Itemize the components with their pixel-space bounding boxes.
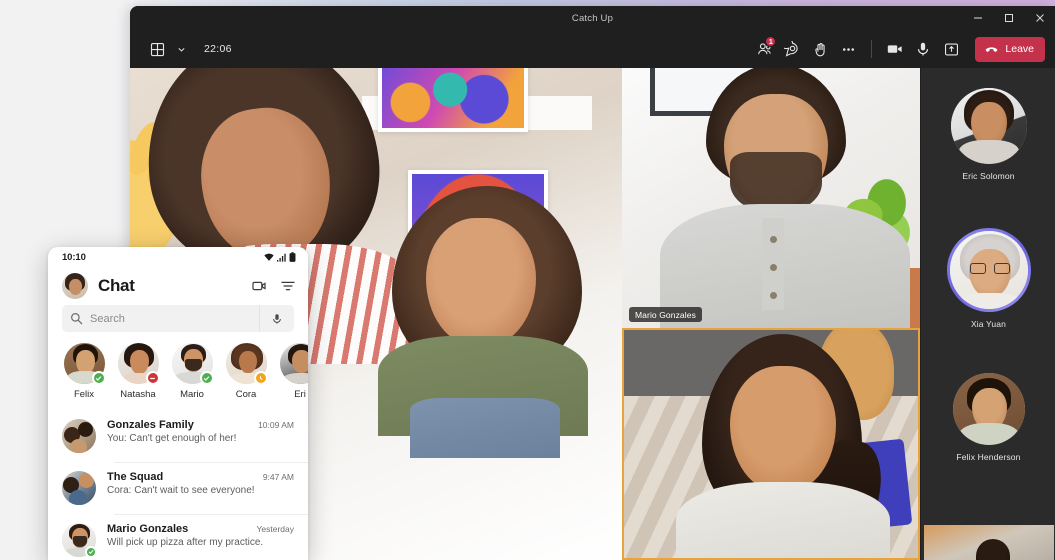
- voice-search-microphone-icon[interactable]: [260, 313, 294, 325]
- window-controls: [962, 6, 1055, 30]
- profile-avatar[interactable]: [62, 273, 88, 299]
- leave-button[interactable]: Leave: [975, 36, 1045, 62]
- avatar: [62, 471, 96, 505]
- search-icon: [62, 312, 90, 325]
- contact-name: Natasha: [120, 389, 156, 400]
- wifi-icon: [264, 253, 274, 262]
- avatar: [62, 419, 96, 453]
- mobile-search-row: Search: [48, 305, 308, 332]
- grid-layout-icon[interactable]: [144, 36, 170, 62]
- contact-mario[interactable]: Mario: [170, 343, 214, 400]
- presence-badge-away: [253, 371, 268, 385]
- participant-rail: Eric Solomon Xia Yuan Felix Henderson: [920, 68, 1055, 560]
- mobile-chat-panel: 10:10 Chat Search Felix Natasha Mario Co…: [48, 247, 308, 560]
- avatar: [952, 373, 1025, 445]
- microphone-icon[interactable]: [910, 36, 936, 62]
- glasses-icon: [969, 263, 1010, 274]
- rail-participant-xia[interactable]: Xia Yuan: [921, 228, 1055, 329]
- contact-felix[interactable]: Felix: [62, 343, 106, 400]
- rail-participant-name: Felix Henderson: [956, 452, 1021, 462]
- battery-icon: [289, 252, 296, 262]
- rail-participant-name: Eric Solomon: [962, 171, 1015, 181]
- meeting-elapsed-time: 22:06: [204, 43, 232, 55]
- rail-overflow-tile[interactable]: [924, 525, 1054, 560]
- leave-button-label: Leave: [1005, 43, 1034, 55]
- cellular-signal-icon: [277, 253, 286, 262]
- share-screen-icon[interactable]: [938, 36, 964, 62]
- meeting-toolbar: 22:06 1 Leave: [130, 30, 1055, 68]
- list-item[interactable]: Mario Gonzales Yesterday Will pick up pi…: [48, 514, 308, 560]
- search-placeholder: Search: [90, 312, 125, 325]
- minimize-icon[interactable]: [962, 6, 993, 30]
- video-tile-spotlighted[interactable]: [622, 328, 920, 560]
- presence-badge-busy: [145, 371, 160, 385]
- mobile-status-bar: 10:10: [48, 247, 308, 267]
- raise-hand-icon[interactable]: [807, 36, 833, 62]
- chat-name: Mario Gonzales: [107, 523, 189, 535]
- presence-badge-available: [199, 371, 214, 385]
- chat-timestamp: Yesterday: [256, 524, 295, 534]
- toolbar-divider: [871, 40, 873, 58]
- video-tile-mario[interactable]: Mario Gonzales: [622, 68, 920, 328]
- contact-cora[interactable]: Cora: [224, 343, 268, 400]
- new-chat-camera-icon[interactable]: [251, 278, 267, 294]
- contact-eric[interactable]: Eri: [278, 343, 308, 400]
- camera-icon[interactable]: [882, 36, 908, 62]
- avatar: [279, 343, 308, 384]
- status-bar-time: 10:10: [62, 251, 86, 263]
- chat-bubble-icon[interactable]: [779, 36, 805, 62]
- chat-preview: You: Can't get enough of her!: [107, 433, 237, 444]
- chat-timestamp: 9:47 AM: [262, 472, 294, 482]
- rail-participant-name: Xia Yuan: [970, 319, 1007, 329]
- filter-icon[interactable]: [280, 278, 296, 294]
- avatar: [950, 88, 1027, 164]
- page-title: Chat: [98, 276, 135, 295]
- contact-name: Mario: [180, 389, 204, 400]
- avatar: [949, 231, 1028, 309]
- chat-preview: Cora: Can't wait to see everyone!: [107, 485, 255, 496]
- meeting-controls: 1 Leave: [751, 36, 1045, 62]
- video-feed-spotlight: [624, 330, 918, 558]
- contact-name: Cora: [235, 389, 257, 400]
- window-title: Catch Up: [571, 12, 614, 24]
- chat-preview: Will pick up pizza after my practice.: [107, 537, 264, 548]
- mobile-header-actions: [251, 278, 296, 294]
- hangup-icon: [984, 42, 999, 57]
- search-input[interactable]: Search: [62, 305, 294, 332]
- people-icon[interactable]: 1: [751, 36, 777, 62]
- contact-name: Eri: [294, 389, 306, 400]
- status-bar-icons: [264, 252, 296, 262]
- people-badge: 1: [765, 36, 777, 47]
- contact-natasha[interactable]: Natasha: [116, 343, 160, 400]
- window-title-bar: Catch Up: [130, 6, 1055, 30]
- presence-badge-available: [91, 371, 106, 385]
- rail-participant-felix[interactable]: Felix Henderson: [921, 373, 1055, 462]
- chat-timestamp: 10:09 AM: [258, 420, 294, 430]
- rail-participant-eric[interactable]: Eric Solomon: [921, 88, 1055, 181]
- list-item[interactable]: Gonzales Family 10:09 AM You: Can't get …: [48, 410, 308, 462]
- video-feed-mario: [622, 68, 920, 328]
- video-tile-nameplate-mario: Mario Gonzales: [629, 307, 702, 322]
- layout-control-group[interactable]: 22:06: [144, 36, 232, 62]
- chat-list: Gonzales Family 10:09 AM You: Can't get …: [48, 410, 308, 560]
- maximize-icon[interactable]: [993, 6, 1024, 30]
- close-icon[interactable]: [1024, 6, 1055, 30]
- video-grid-right-column: Mario Gonzales: [622, 68, 920, 560]
- more-options-icon[interactable]: [835, 36, 861, 62]
- active-speaker-ring: [946, 228, 1031, 312]
- chat-name: The Squad: [107, 471, 164, 483]
- list-item[interactable]: The Squad 9:47 AM Cora: Can't wait to se…: [48, 462, 308, 514]
- chevron-down-icon[interactable]: [175, 36, 187, 62]
- contacts-strip: Felix Natasha Mario Cora Eri: [48, 332, 308, 400]
- presence-badge-available: [85, 546, 97, 558]
- chat-name: Gonzales Family: [107, 419, 194, 431]
- contact-name: Felix: [73, 389, 95, 400]
- mobile-chat-header: Chat: [48, 267, 308, 305]
